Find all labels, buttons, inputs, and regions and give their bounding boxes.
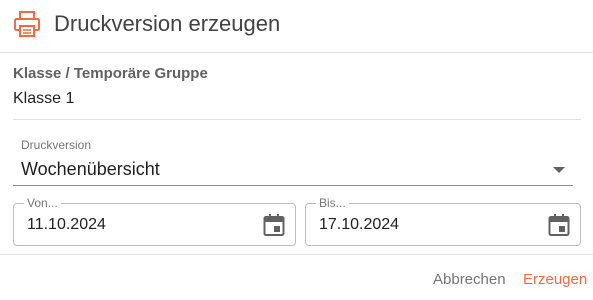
footer-divider [0,254,593,255]
calendar-icon[interactable] [263,213,285,237]
dialog-title: Druckversion erzeugen [54,11,281,36]
date-from-label: Von... [24,196,61,210]
print-version-label: Druckversion [21,138,92,152]
print-dialog: Druckversion erzeugen Klasse / Temporäre… [0,0,593,300]
date-to-label: Bis... [316,196,349,210]
date-from-field[interactable]: Von... 11.10.2024 [13,196,296,246]
group-label: Klasse / Temporäre Gruppe [13,65,208,82]
date-from-value: 11.10.2024 [27,216,106,233]
group-value: Klasse 1 [13,90,75,107]
date-to-value: 17.10.2024 [319,216,400,233]
cancel-button[interactable]: Abbrechen [433,271,506,288]
create-button[interactable]: Erzeugen [523,271,587,288]
print-version-value: Wochenübersicht [21,159,160,179]
calendar-icon[interactable] [548,213,570,237]
select-underline [13,185,573,186]
divider [13,119,581,120]
date-to-field[interactable]: Bis... 17.10.2024 [305,196,581,246]
dialog-header: Druckversion erzeugen [0,0,593,53]
dropdown-arrow-icon[interactable] [553,167,565,173]
printer-icon [14,11,40,37]
